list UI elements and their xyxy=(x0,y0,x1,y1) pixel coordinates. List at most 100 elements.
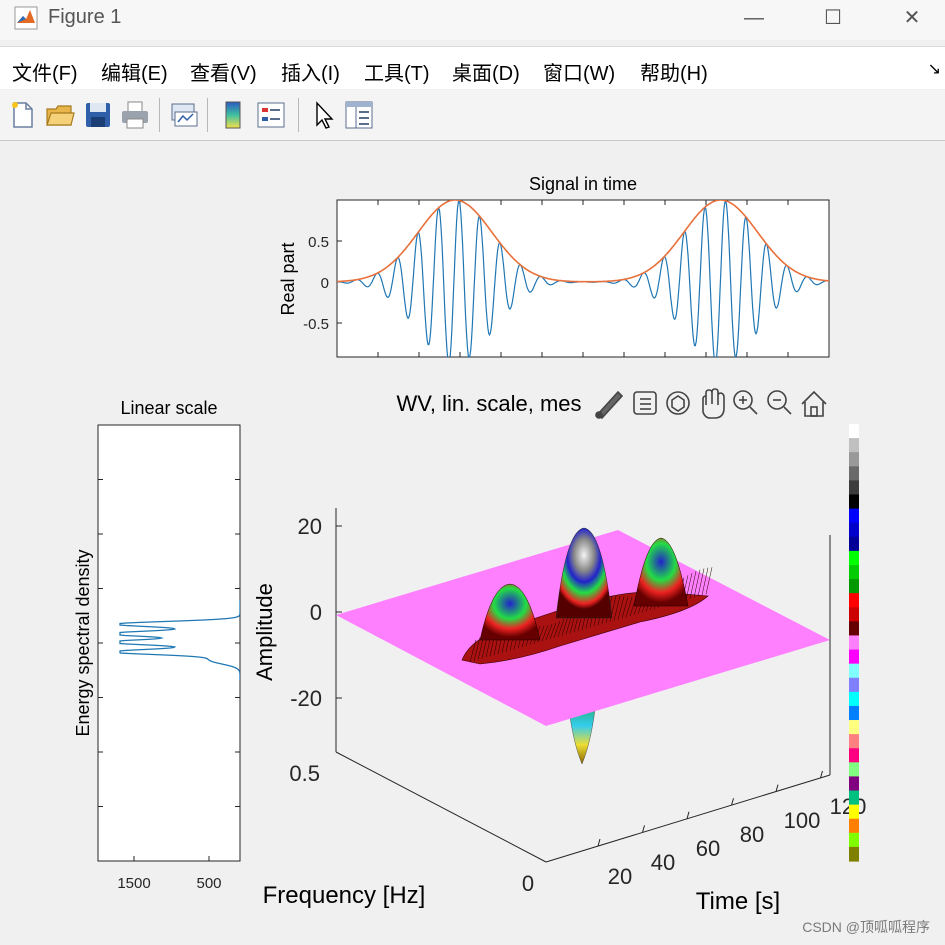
colorbar-swatch xyxy=(849,720,859,735)
colorbar-swatch xyxy=(849,508,859,524)
colorbar-swatch xyxy=(849,832,859,848)
maximize-button[interactable]: ☐ xyxy=(813,4,853,32)
rotate-3d-icon[interactable] xyxy=(666,391,690,415)
save-icon[interactable] xyxy=(81,98,115,132)
zoom-out-icon[interactable] xyxy=(767,390,792,415)
title-bar: Figure 1 — ☐ ✕ xyxy=(0,0,945,40)
colorbar-swatch xyxy=(849,438,859,453)
colorbar-swatch xyxy=(849,734,859,749)
wv-time-tick-60: 60 xyxy=(696,836,720,861)
property-inspector-icon[interactable] xyxy=(342,98,376,132)
toolbar-separator xyxy=(298,98,299,132)
new-figure-icon[interactable] xyxy=(6,98,40,132)
colorbar-swatch xyxy=(849,564,859,580)
menu-overflow-icon[interactable]: ↘ xyxy=(928,59,941,79)
spectrum-axes[interactable]: Linear scale Energy spectral density 150… xyxy=(73,398,241,892)
pan-icon[interactable] xyxy=(702,388,725,419)
wv-ztick-0: 0 xyxy=(310,600,322,625)
wv-freq-tick-0: 0 xyxy=(522,871,534,896)
menu-edit[interactable]: 编辑(E) xyxy=(101,57,168,86)
colorbar-swatch xyxy=(849,677,859,693)
colorbar-swatch xyxy=(849,649,859,665)
colorbar-swatch xyxy=(849,466,859,481)
open-file-icon[interactable] xyxy=(43,98,77,132)
colorbar-swatch xyxy=(849,522,859,538)
wv-freq-axis-line xyxy=(335,751,547,863)
wv-time-tick-100: 100 xyxy=(784,808,821,833)
minimize-button[interactable]: — xyxy=(734,4,774,32)
colorbar-swatch xyxy=(849,635,859,651)
colorbar-swatch xyxy=(849,424,859,439)
colorbar-swatch xyxy=(849,579,859,594)
colorbar-swatch xyxy=(849,705,859,721)
spectrum-xtick-1500: 1500 xyxy=(117,875,150,892)
menu-view[interactable]: 查看(V) xyxy=(190,57,257,86)
wv-time-tick-mark xyxy=(597,838,601,847)
spectrum-ylabel: Energy spectral density xyxy=(73,549,93,736)
data-tips-icon[interactable] xyxy=(633,391,657,415)
signal-ytick-0.5: 0.5 xyxy=(308,234,329,251)
menu-tools[interactable]: 工具(T) xyxy=(364,57,430,86)
menu-bar: 文件(F) 编辑(E) 查看(V) 插入(I) 工具(T) 桌面(D) 窗口(W… xyxy=(0,46,945,89)
wv-3d-axes[interactable]: WV, lin. scale, mes 20 0 -20 Amplitude 0… xyxy=(252,391,866,915)
wv-freq-tick-0.5: 0.5 xyxy=(289,761,320,786)
print-icon[interactable] xyxy=(118,98,152,132)
toolbar-separator xyxy=(159,98,160,132)
link-plot-icon[interactable] xyxy=(167,98,201,132)
wv-time-label: Time [s] xyxy=(696,888,780,915)
toolbar-separator xyxy=(207,98,208,132)
matlab-logo-icon xyxy=(14,6,38,30)
colorbar-swatch xyxy=(849,593,859,608)
menu-insert[interactable]: 插入(I) xyxy=(281,57,340,86)
colorbar-swatch xyxy=(849,790,859,806)
wv-time-tick-20: 20 xyxy=(608,864,632,889)
colorbar-swatch xyxy=(849,494,859,510)
colorbar-swatch xyxy=(849,452,859,467)
colorbar-swatch xyxy=(849,762,859,778)
spectrum-axes-box xyxy=(97,424,241,862)
colorbar-swatch xyxy=(849,818,859,834)
colorbar-swatch xyxy=(849,776,859,792)
pointer-icon[interactable] xyxy=(306,98,340,132)
window-title: Figure 1 xyxy=(48,6,122,28)
wv-ztick-neg20: -20 xyxy=(290,686,322,711)
brush-icon[interactable] xyxy=(595,390,624,420)
menu-help[interactable]: 帮助(H) xyxy=(640,57,708,86)
colorbar-swatch xyxy=(849,536,859,552)
axes-toolbar xyxy=(595,388,827,420)
csdn-watermark: CSDN @顶呱呱程序 xyxy=(802,919,930,935)
menu-window[interactable]: 窗口(W) xyxy=(543,57,615,86)
colorbar-swatch xyxy=(849,748,859,763)
colorbar-swatch xyxy=(849,691,859,707)
signal-ylabel: Real part xyxy=(278,242,298,315)
zoom-in-icon[interactable] xyxy=(733,390,758,415)
colorbar-swatch xyxy=(849,550,859,566)
signal-ytick-0: 0 xyxy=(321,275,329,292)
colorbar-swatch xyxy=(849,846,859,862)
signal-title: Signal in time xyxy=(529,174,637,194)
spectrum-title: Linear scale xyxy=(120,398,217,418)
signal-axes[interactable]: Signal in time Real part 0.5 0 -0.5 xyxy=(278,174,830,363)
wv-zlabel: Amplitude xyxy=(252,583,277,681)
home-icon[interactable] xyxy=(801,390,827,417)
signal-ytick-neg0.5: -0.5 xyxy=(303,316,329,333)
colorbar-icon[interactable] xyxy=(216,98,250,132)
wv-time-tick-80: 80 xyxy=(740,822,764,847)
wv-freq-label: Frequency [Hz] xyxy=(263,882,426,909)
wv-title: WV, lin. scale, mes xyxy=(396,391,581,416)
legend-icon[interactable] xyxy=(254,98,288,132)
figure-canvas[interactable]: Signal in time Real part 0.5 0 -0.5 Line… xyxy=(0,141,945,945)
wv-time-tick-mark xyxy=(686,811,690,819)
toolbar xyxy=(0,90,945,141)
close-button[interactable]: ✕ xyxy=(892,4,932,32)
colormap-colorbar[interactable] xyxy=(849,424,859,862)
menu-desktop[interactable]: 桌面(D) xyxy=(452,57,520,86)
colorbar-swatch xyxy=(849,607,859,622)
wv-ztick-20: 20 xyxy=(298,514,322,539)
menu-file[interactable]: 文件(F) xyxy=(12,57,78,86)
spectrum-xtick-500: 500 xyxy=(196,875,221,892)
wv-time-tick-120: 120 xyxy=(830,794,867,819)
colorbar-swatch xyxy=(849,804,859,820)
colorbar-swatch xyxy=(849,621,859,637)
wv-time-tick-mark xyxy=(642,825,645,833)
